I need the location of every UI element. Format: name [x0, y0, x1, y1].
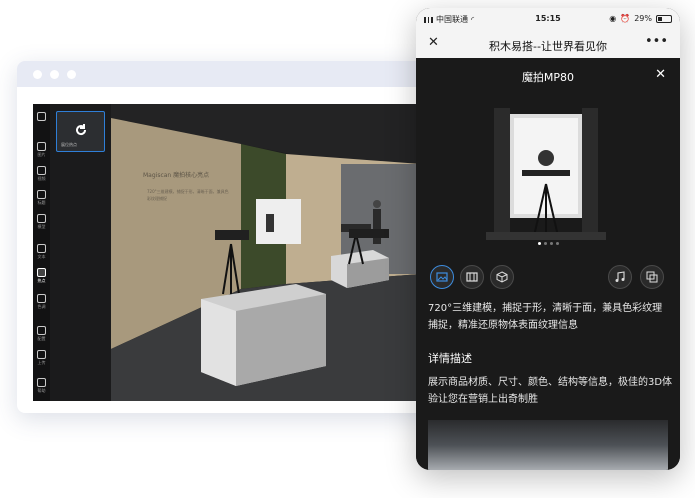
detail-image — [428, 420, 668, 470]
tool-label: 色调 — [37, 304, 46, 309]
pager-dot[interactable] — [537, 242, 541, 245]
tool-label: 配置 — [37, 336, 46, 341]
image-pager[interactable] — [416, 242, 680, 245]
window-dot-3[interactable] — [67, 70, 76, 79]
media-button-row — [416, 260, 680, 294]
text-icon — [37, 190, 46, 199]
tool-upload[interactable]: 上传 — [34, 350, 49, 365]
music-icon — [615, 271, 625, 282]
image-icon — [37, 142, 46, 151]
tool-color[interactable]: 色调 — [34, 294, 49, 309]
phone-mockup: 中国联通 ◜ 15:15 ◉ ⏰ 29% ✕ 积木易搭--让世界看见你 ••• … — [416, 8, 680, 470]
side-toolbar: 图片 视频 标题 模型 文本 热点 色调 配置 上传 帮助 — [33, 104, 50, 401]
tool-model[interactable]: 模型 — [34, 214, 49, 229]
status-bar: 中国联通 ◜ 15:15 ◉ ⏰ 29% — [416, 8, 680, 30]
tool-label: 图片 — [37, 152, 46, 157]
image-icon — [436, 272, 448, 282]
tool-label: 文本 — [37, 254, 46, 259]
detail-text: 展示商品材质、尺寸、颜色、结构等信息，极佳的3D体验让您在营销上出奇制胜 — [428, 377, 673, 405]
model-button[interactable] — [490, 265, 514, 289]
battery-percent: 29% — [634, 14, 652, 23]
tool-label: 模型 — [37, 224, 46, 229]
pager-dot[interactable] — [555, 242, 559, 245]
tool-text[interactable]: 文本 — [34, 244, 49, 259]
product-title: 魔拍MP80 — [521, 71, 575, 84]
tool-label: 上传 — [37, 360, 46, 365]
tool-title[interactable]: 标题 — [34, 190, 49, 205]
color-icon — [37, 294, 46, 303]
cube-icon — [37, 112, 46, 121]
product-image[interactable] — [486, 104, 606, 252]
detail-heading: 详情描述 — [428, 352, 472, 365]
battery-icon — [656, 14, 672, 23]
pager-dot[interactable] — [549, 242, 553, 245]
film-icon — [466, 272, 478, 282]
more-icon[interactable]: ••• — [645, 34, 668, 49]
video-icon — [37, 166, 46, 175]
location-icon: ◉ — [609, 14, 617, 23]
tool-label: 热点 — [37, 278, 46, 283]
pano-icon — [37, 268, 46, 277]
music-button[interactable] — [608, 265, 632, 289]
settings-icon — [37, 326, 46, 335]
tool-label: 标题 — [37, 200, 46, 205]
tool-help[interactable]: 帮助 — [34, 378, 49, 393]
scene-subtext: 720°三维建模，捕捉于形，清晰于面，兼具色彩纹理捕捉 — [147, 189, 229, 201]
model-icon — [37, 214, 46, 223]
upload-icon — [37, 350, 46, 359]
refresh-icon — [76, 124, 87, 136]
text-icon — [37, 244, 46, 253]
page-title: 积木易搭--让世界看见你 — [489, 40, 607, 53]
hotspot-thumbnail[interactable]: 展位热点 — [56, 111, 105, 152]
panel-close-icon[interactable]: ✕ — [655, 67, 666, 82]
wechat-header: ✕ 积木易搭--让世界看见你 ••• — [416, 30, 680, 58]
copy-icon — [646, 271, 658, 283]
tool-label: 视频 — [37, 176, 46, 181]
image-button[interactable] — [430, 265, 454, 289]
product-description: 720°三维建模，捕捉于形，清晰于面，兼具色彩纹理捕捉，精准还原物体表面纹理信息 — [428, 303, 663, 331]
help-icon — [37, 378, 46, 387]
tool-label: 帮助 — [37, 388, 46, 393]
tool-logo[interactable] — [34, 112, 49, 121]
tool-settings[interactable]: 配置 — [34, 326, 49, 341]
window-dot-1[interactable] — [33, 70, 42, 79]
pager-dot[interactable] — [543, 242, 547, 245]
tool-video[interactable]: 视频 — [34, 166, 49, 181]
thumbnail-label: 展位热点 — [61, 142, 77, 147]
tool-hotspot[interactable]: 热点 — [34, 268, 49, 283]
product-panel: 魔拍MP80 ✕ 720°三维建模，捕捉于形，清晰于面，兼具色彩纹理捕捉，精准还… — [416, 58, 680, 470]
scene-heading: Magiscan 魔拍核心亮点 — [143, 172, 210, 179]
share-button[interactable] — [640, 265, 664, 289]
alarm-icon: ⏰ — [620, 14, 631, 23]
window-dot-2[interactable] — [50, 70, 59, 79]
tool-image[interactable]: 图片 — [34, 142, 49, 157]
cube-icon — [496, 271, 508, 283]
video-button[interactable] — [460, 265, 484, 289]
